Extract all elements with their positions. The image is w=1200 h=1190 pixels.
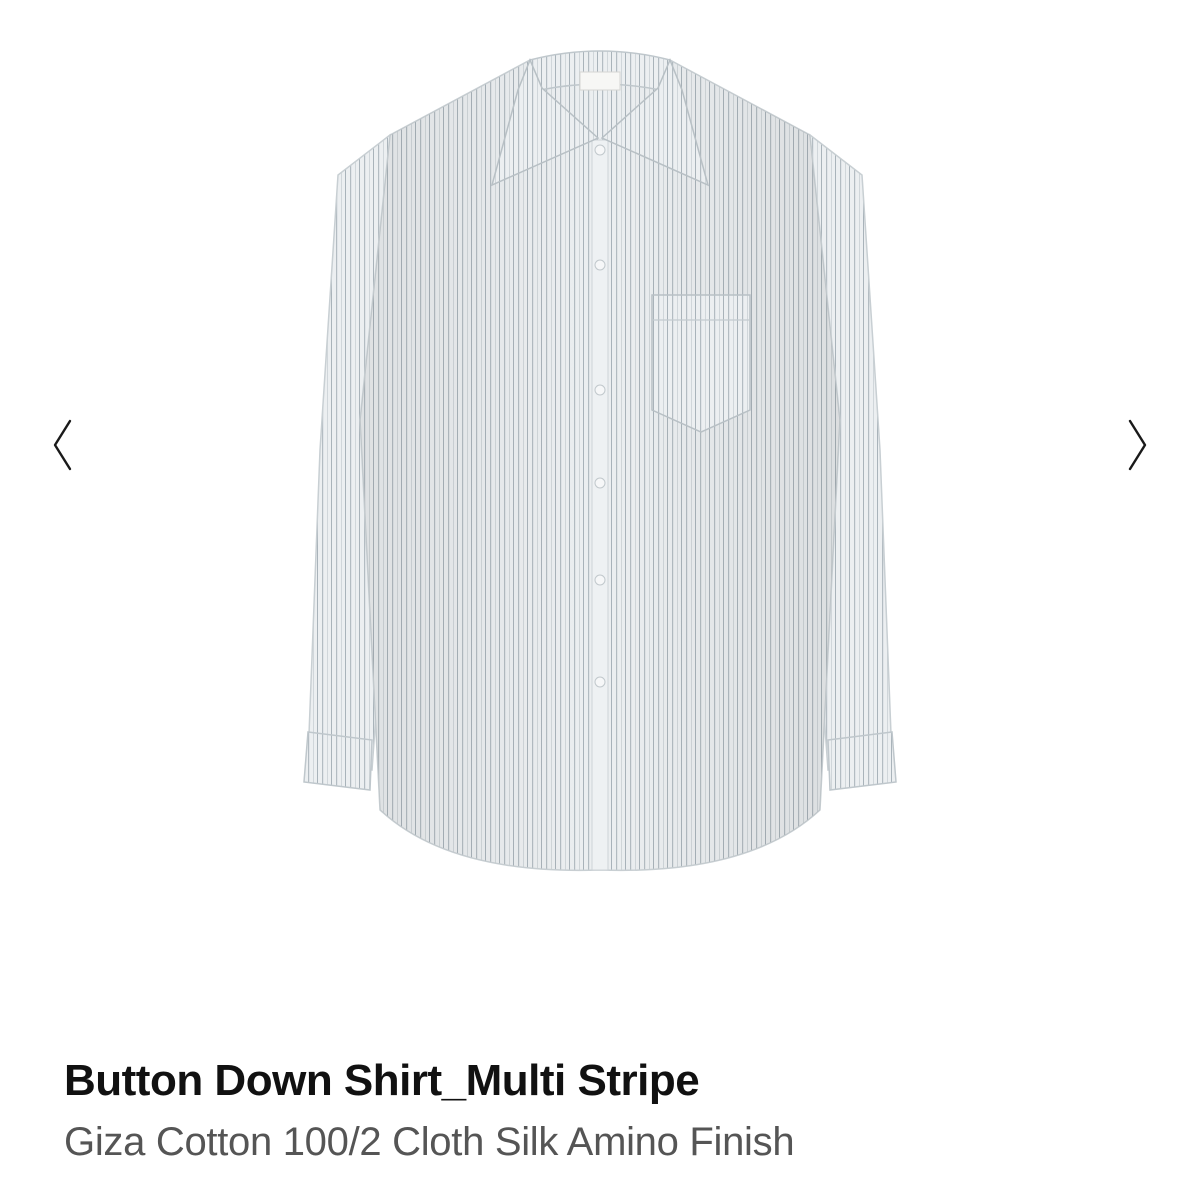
- product-info: Button Down Shirt_Multi Stripe Giza Cott…: [64, 1052, 1160, 1168]
- product-gallery: [0, 0, 1200, 1010]
- previous-image-button[interactable]: [42, 410, 82, 480]
- next-image-button[interactable]: [1118, 410, 1158, 480]
- chevron-left-icon: [53, 419, 72, 471]
- product-title: Button Down Shirt_Multi Stripe: [64, 1056, 700, 1105]
- product-subtitle: Giza Cotton 100/2 Cloth Silk Amino Finis…: [64, 1120, 795, 1164]
- product-image: [303, 50, 897, 872]
- chevron-right-icon: [1128, 419, 1147, 471]
